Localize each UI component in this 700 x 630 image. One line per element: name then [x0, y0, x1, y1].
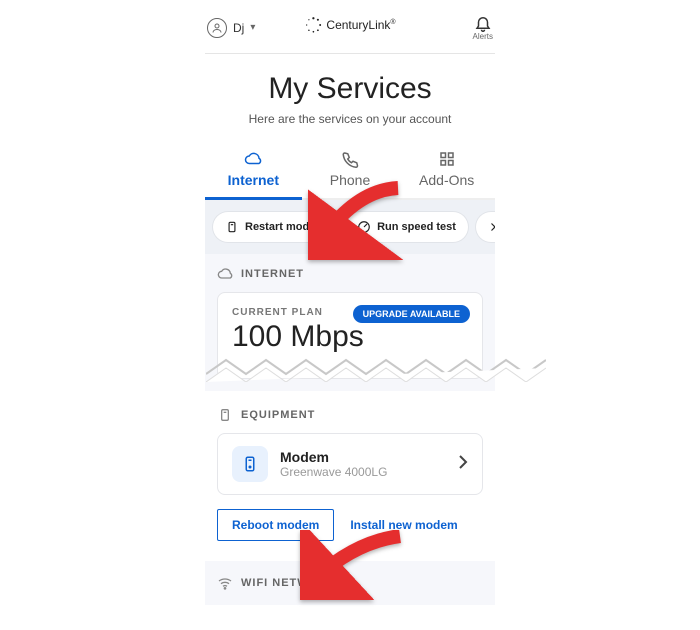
- section-heading-internet: INTERNET: [217, 266, 483, 282]
- equipment-actions: Reboot modem Install new modem: [217, 509, 483, 541]
- tab-phone[interactable]: Phone: [302, 150, 399, 198]
- torn-edge-decoration: [206, 354, 546, 382]
- tab-label: Phone: [330, 172, 370, 188]
- chip-label: Restart modem: [245, 221, 325, 233]
- plan-card[interactable]: CURRENT PLAN UPGRADE AVAILABLE 100 Mbps: [217, 292, 483, 379]
- equipment-name: Modem: [280, 449, 387, 465]
- brand-text: CenturyLink®: [326, 18, 395, 32]
- chevron-right-icon: [458, 454, 468, 475]
- wifi-section: WIFI NETWORKS: [205, 561, 495, 605]
- brand-logo: CenturyLink®: [304, 16, 395, 34]
- section-heading-equipment: EQUIPMENT: [217, 407, 483, 423]
- alerts-button[interactable]: Alerts: [473, 14, 493, 41]
- equipment-item[interactable]: Modem Greenwave 4000LG: [217, 433, 483, 495]
- top-bar: Dj ▾ CenturyLink® Alerts: [205, 8, 495, 51]
- tab-label: Add-Ons: [419, 172, 474, 188]
- user-name[interactable]: Dj: [233, 21, 244, 35]
- avatar-icon[interactable]: [207, 18, 227, 38]
- reboot-modem-button[interactable]: Reboot modem: [217, 509, 334, 541]
- internet-section: INTERNET CURRENT PLAN UPGRADE AVAILABLE …: [205, 254, 495, 391]
- divider: [205, 53, 495, 54]
- bell-icon: [474, 14, 492, 32]
- install-new-modem-link[interactable]: Install new modem: [350, 518, 457, 532]
- centurylink-logo-icon: [304, 16, 322, 34]
- chevron-down-icon[interactable]: ▾: [250, 22, 255, 33]
- app-screen: Dj ▾ CenturyLink® Alerts My Services Her…: [205, 8, 495, 630]
- page-subtitle: Here are the services on your account: [205, 112, 495, 126]
- phone-icon: [341, 150, 359, 168]
- wifi-icon: [217, 575, 233, 591]
- tools-icon: [488, 220, 495, 234]
- equipment-icon-badge: [232, 446, 268, 482]
- equipment-model: Greenwave 4000LG: [280, 465, 387, 479]
- equipment-text: Modem Greenwave 4000LG: [280, 449, 387, 479]
- equipment-section: EQUIPMENT Modem Greenwave 4000LG Reboot …: [205, 391, 495, 553]
- quick-action-bar: Restart modem Run speed test Tr: [205, 200, 495, 254]
- upgrade-badge[interactable]: UPGRADE AVAILABLE: [353, 305, 470, 323]
- alerts-label: Alerts: [473, 32, 493, 41]
- gauge-icon: [357, 220, 371, 234]
- modem-icon: [241, 455, 259, 473]
- speed-test-chip[interactable]: Run speed test: [345, 212, 468, 242]
- modem-icon: [217, 407, 233, 423]
- grid-icon: [438, 150, 456, 168]
- tab-label: Internet: [228, 172, 279, 188]
- cloud-icon: [244, 150, 262, 168]
- restart-modem-chip[interactable]: Restart modem: [213, 212, 337, 242]
- tab-internet[interactable]: Internet: [205, 150, 302, 198]
- modem-icon: [225, 220, 239, 234]
- chip-label: Run speed test: [377, 221, 456, 233]
- cloud-icon: [217, 266, 233, 282]
- service-tabs: Internet Phone Add-Ons: [205, 150, 495, 200]
- plan-speed: 100 Mbps: [232, 320, 468, 354]
- section-heading-wifi: WIFI NETWORKS: [217, 575, 483, 591]
- page-title: My Services: [205, 72, 495, 106]
- tools-chip[interactable]: Tr: [476, 212, 495, 242]
- tab-addons[interactable]: Add-Ons: [398, 150, 495, 198]
